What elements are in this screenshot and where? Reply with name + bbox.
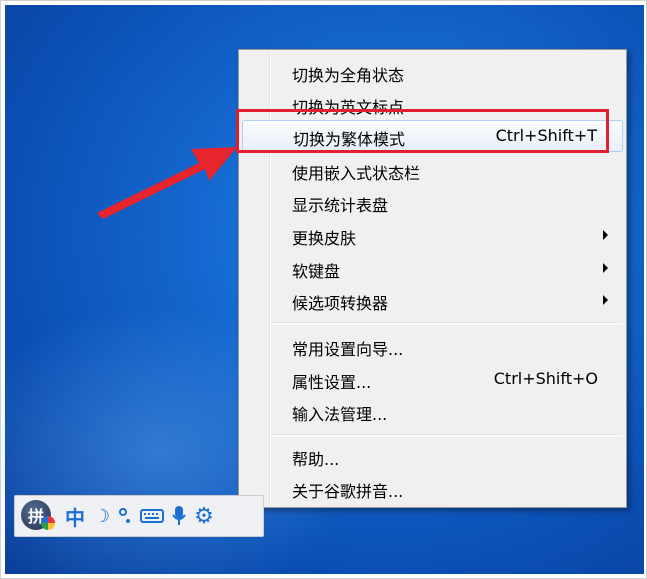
menu-item-ime-manager[interactable]: 输入法管理... [241,395,624,427]
menu-item-embedded-statusbar[interactable]: 使用嵌入式状态栏 [241,154,624,186]
half-moon-icon[interactable]: ☽ [91,502,113,530]
submenu-arrow-icon [603,295,608,305]
keyboard-icon[interactable] [139,502,165,530]
menu-separator [272,322,622,324]
menu-item-setup-wizard[interactable]: 常用设置向导... [241,330,624,362]
menu-item-label: 帮助... [292,450,340,469]
punctuation-icon[interactable] [115,502,135,530]
menu-item-label: 显示统计表盘 [292,196,389,215]
punctuation-glyph-icon [119,508,130,523]
menu-item-help[interactable]: 帮助... [241,440,624,472]
menu-item-label: 软键盘 [292,262,341,281]
microphone-glyph-icon [172,506,186,525]
ime-status-toolbar: 拼 中 ☽ ⚙ [14,495,264,537]
menu-item-stats-dashboard[interactable]: 显示统计表盘 [241,186,624,218]
submenu-arrow-icon [603,263,608,273]
chinese-mode-toggle[interactable]: 中 [63,502,87,530]
menu-separator [272,434,622,436]
microphone-icon[interactable] [168,502,190,530]
menu-item-properties[interactable]: 属性设置... Ctrl+Shift+O [241,363,624,395]
menu-item-change-skin[interactable]: 更换皮肤 [241,219,624,251]
annotation-arrow [97,147,237,219]
menu-item-label: 关于谷歌拼音... [292,482,404,501]
menu-item-label: 输入法管理... [292,405,388,424]
menu-item-label: 切换为全角状态 [292,66,405,85]
menu-item-candidate-converter[interactable]: 候选项转换器 [241,284,624,316]
menu-item-label: 常用设置向导... [292,340,404,359]
gear-icon[interactable]: ⚙ [192,502,216,530]
menu-item-about[interactable]: 关于谷歌拼音... [241,472,624,504]
mode-label: 中 [65,505,85,530]
menu-item-fullwidth[interactable]: 切换为全角状态 [241,56,624,88]
highlight-annotation-box [236,109,609,153]
keyboard-glyph-icon [140,509,164,523]
menu-item-shortcut: Ctrl+Shift+O [493,369,598,388]
submenu-arrow-icon [603,230,608,240]
color-dot-icon [41,516,55,530]
menu-item-label: 属性设置... [292,373,372,392]
menu-item-soft-keyboard[interactable]: 软键盘 [241,252,624,284]
screenshot-frame: 切换为全角状态 切换为英文标点 切换为繁体模式 Ctrl+Shift+T 使用嵌… [0,0,647,579]
menu-item-label: 更换皮肤 [292,229,357,248]
menu-item-label: 使用嵌入式状态栏 [292,164,421,183]
menu-item-label: 候选项转换器 [292,294,389,313]
